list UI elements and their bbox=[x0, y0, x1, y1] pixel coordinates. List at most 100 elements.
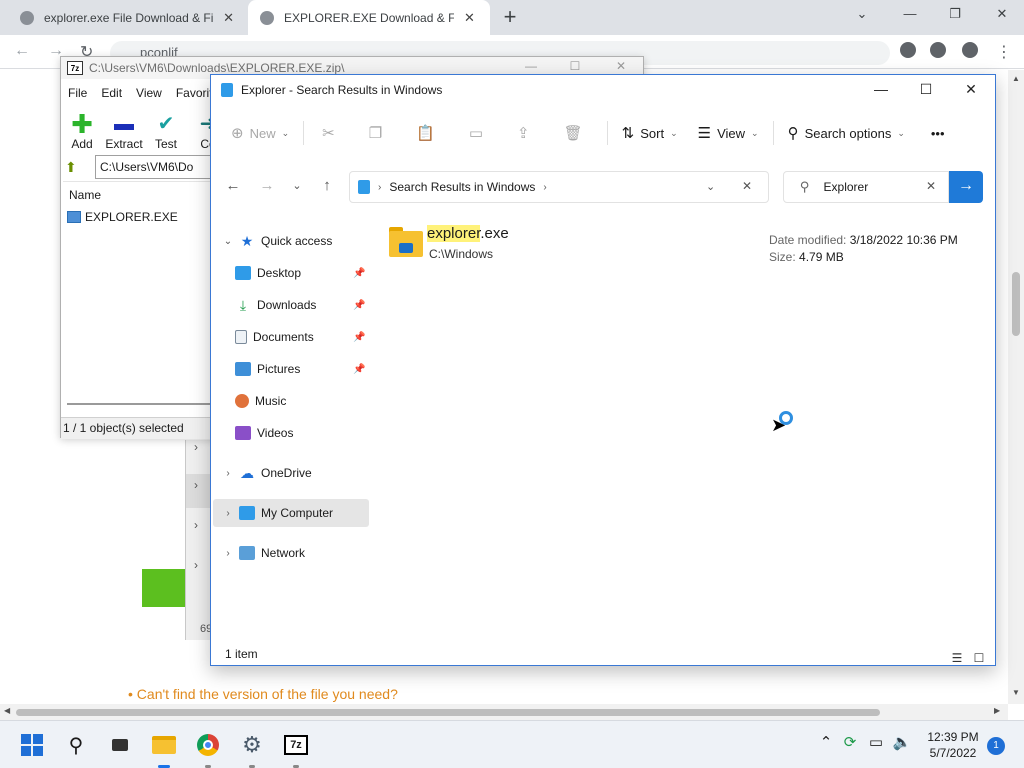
column-header-name[interactable]: Name bbox=[69, 188, 101, 202]
more-options-button[interactable]: ••• bbox=[921, 117, 955, 149]
list-item[interactable]: EXPLORER.EXE bbox=[67, 210, 178, 224]
scroll-thumb[interactable] bbox=[16, 709, 880, 716]
sync-icon[interactable]: ⟳ bbox=[840, 733, 860, 751]
back-arrow-icon[interactable]: ← bbox=[14, 42, 30, 60]
sidebar-item-quick-access[interactable]: ⌄ ★ Quick access bbox=[213, 227, 369, 255]
menu-edit[interactable]: Edit bbox=[94, 83, 129, 103]
show-hidden-icons-chevron-icon[interactable]: ⌃ bbox=[816, 733, 836, 751]
collapsed-chevron-icon[interactable]: › bbox=[221, 548, 235, 559]
scroll-down-icon[interactable]: ▼ bbox=[1012, 688, 1020, 697]
copy-button[interactable]: ❐ bbox=[355, 117, 402, 149]
sidebar-item-documents[interactable]: Documents 📌 bbox=[213, 323, 369, 351]
download-button[interactable] bbox=[142, 569, 188, 607]
sevenzip-taskbar-icon[interactable]: 7z bbox=[282, 731, 310, 768]
chevron-right-icon[interactable]: › bbox=[194, 440, 198, 454]
sidebar-item-music[interactable]: Music bbox=[213, 387, 369, 415]
network-icon[interactable]: ▭ bbox=[866, 733, 886, 751]
add-button[interactable]: ✚ Add bbox=[61, 105, 103, 151]
version-help-note[interactable]: • Can't find the version of the file you… bbox=[128, 686, 398, 702]
search-result-item[interactable]: explorer.exe C:\Windows Date modified: 3… bbox=[385, 223, 985, 267]
forward-arrow-icon[interactable]: → bbox=[257, 177, 277, 194]
page-vertical-scrollbar[interactable]: ▲ ▼ bbox=[1008, 70, 1024, 704]
expanded-chevron-icon[interactable]: ⌄ bbox=[221, 236, 235, 247]
breadcrumb-chevron-icon[interactable]: › bbox=[543, 182, 546, 193]
extract-button[interactable]: ▬ Extract bbox=[103, 105, 145, 151]
sevenzip-minimize-button[interactable]: — bbox=[523, 59, 539, 73]
extension-icon[interactable] bbox=[900, 42, 916, 58]
cut-button[interactable]: ✂ bbox=[308, 117, 355, 149]
browser-tab-1[interactable]: explorer.exe File Download & Fix ✕ bbox=[8, 0, 246, 35]
paste-button[interactable]: 📋 bbox=[402, 117, 455, 149]
extension-icon[interactable] bbox=[930, 42, 946, 58]
address-dropdown-icon[interactable]: ⌄ bbox=[706, 180, 715, 193]
sort-button[interactable]: ⇅ Sort ⌄ bbox=[612, 117, 688, 149]
sidebar-item-videos[interactable]: Videos bbox=[213, 419, 369, 447]
folder-up-icon[interactable]: ⬆ bbox=[65, 159, 77, 176]
collapsed-chevron-icon[interactable]: › bbox=[221, 508, 235, 519]
explorer-titlebar[interactable]: Explorer - Search Results in Windows — ☐… bbox=[211, 75, 995, 105]
browser-tab-2-active[interactable]: EXPLORER.EXE Download & Fix F ✕ bbox=[248, 0, 490, 35]
browser-minimize-button[interactable]: — bbox=[900, 6, 920, 21]
task-view-icon[interactable] bbox=[106, 731, 134, 759]
page-horizontal-scrollbar[interactable]: ◀ ▶ bbox=[0, 704, 1008, 720]
chevron-right-icon[interactable]: › bbox=[194, 518, 198, 532]
browser-menu-icon[interactable]: ⋮ bbox=[996, 42, 1012, 62]
search-go-button[interactable]: → bbox=[949, 171, 983, 203]
view-button[interactable]: ☰ View ⌄ bbox=[688, 117, 769, 149]
sidebar-item-network[interactable]: › Network bbox=[213, 539, 369, 567]
notification-badge[interactable]: 1 bbox=[987, 737, 1005, 755]
new-button[interactable]: ⊕ New ⌄ bbox=[221, 117, 299, 149]
search-input[interactable]: ⚲ Explorer ✕ bbox=[783, 171, 949, 203]
close-button[interactable]: ✕ bbox=[959, 81, 983, 98]
test-button[interactable]: ✔ Test bbox=[145, 105, 187, 151]
share-button[interactable]: ⇪ bbox=[503, 117, 550, 149]
sidebar-item-downloads[interactable]: ⤓ Downloads 📌 bbox=[213, 291, 369, 319]
recent-locations-chevron-icon[interactable]: ⌄ bbox=[287, 179, 307, 192]
search-icon[interactable]: ⚲ bbox=[62, 731, 90, 759]
new-plus-icon: ⊕ bbox=[231, 125, 244, 142]
menu-view[interactable]: View bbox=[129, 83, 169, 103]
menu-file[interactable]: File bbox=[61, 83, 94, 103]
start-button[interactable] bbox=[18, 731, 46, 759]
sidebar-item-onedrive[interactable]: › ☁ OneDrive bbox=[213, 459, 369, 487]
new-tab-button[interactable]: + bbox=[498, 4, 522, 30]
address-bar[interactable]: › Search Results in Windows › ⌄ ✕ bbox=[349, 171, 769, 203]
rename-button[interactable]: ▭ bbox=[455, 117, 503, 149]
sidebar-item-my-computer[interactable]: › My Computer bbox=[213, 499, 369, 527]
scroll-right-icon[interactable]: ▶ bbox=[994, 706, 1000, 715]
tab-close-icon[interactable]: ✕ bbox=[464, 10, 475, 26]
profile-avatar-icon[interactable] bbox=[962, 42, 978, 58]
sidebar-item-desktop[interactable]: Desktop 📌 bbox=[213, 259, 369, 287]
large-icons-view-icon[interactable]: ☐ bbox=[971, 647, 987, 669]
clear-search-icon[interactable]: ✕ bbox=[926, 179, 936, 193]
search-options-button[interactable]: ⚲ Search options ⌄ bbox=[778, 117, 915, 149]
file-explorer-taskbar-icon[interactable] bbox=[150, 731, 178, 768]
chevron-right-icon[interactable]: › bbox=[194, 558, 198, 572]
settings-gear-icon[interactable]: ⚙ bbox=[238, 731, 266, 768]
volume-icon[interactable]: 🔈 bbox=[892, 733, 912, 751]
sidebar-item-pictures[interactable]: Pictures 📌 bbox=[213, 355, 369, 383]
up-arrow-icon[interactable]: ↑ bbox=[317, 177, 337, 194]
system-clock[interactable]: 12:39 PM 5/7/2022 bbox=[918, 729, 988, 761]
browser-close-button[interactable]: ✕ bbox=[992, 6, 1012, 22]
delete-button[interactable]: 🗑 bbox=[550, 117, 603, 149]
sevenzip-maximize-button[interactable]: ☐ bbox=[567, 59, 583, 73]
breadcrumb[interactable]: Search Results in Windows bbox=[389, 180, 535, 194]
scroll-left-icon[interactable]: ◀ bbox=[4, 706, 10, 715]
breadcrumb-chevron-icon[interactable]: › bbox=[378, 182, 381, 193]
tab-search-icon[interactable]: ⌄ bbox=[852, 6, 872, 22]
back-arrow-icon[interactable]: ← bbox=[223, 177, 243, 194]
clear-address-icon[interactable]: ✕ bbox=[742, 179, 752, 193]
collapsed-chevron-icon[interactable]: › bbox=[221, 468, 235, 479]
scroll-up-icon[interactable]: ▲ bbox=[1012, 74, 1020, 83]
maximize-button[interactable]: ☐ bbox=[914, 81, 938, 98]
sevenzip-close-button[interactable]: ✕ bbox=[613, 59, 629, 73]
chrome-taskbar-icon[interactable] bbox=[194, 731, 222, 768]
scroll-thumb[interactable] bbox=[1012, 272, 1020, 336]
chevron-right-icon[interactable]: › bbox=[194, 478, 198, 492]
details-view-icon[interactable]: ☰ bbox=[949, 647, 965, 669]
sevenzip-horizontal-scrollbar[interactable] bbox=[67, 399, 213, 405]
browser-restore-button[interactable]: ❐ bbox=[945, 6, 965, 22]
tab-close-icon[interactable]: ✕ bbox=[223, 10, 234, 26]
minimize-button[interactable]: — bbox=[869, 81, 893, 97]
